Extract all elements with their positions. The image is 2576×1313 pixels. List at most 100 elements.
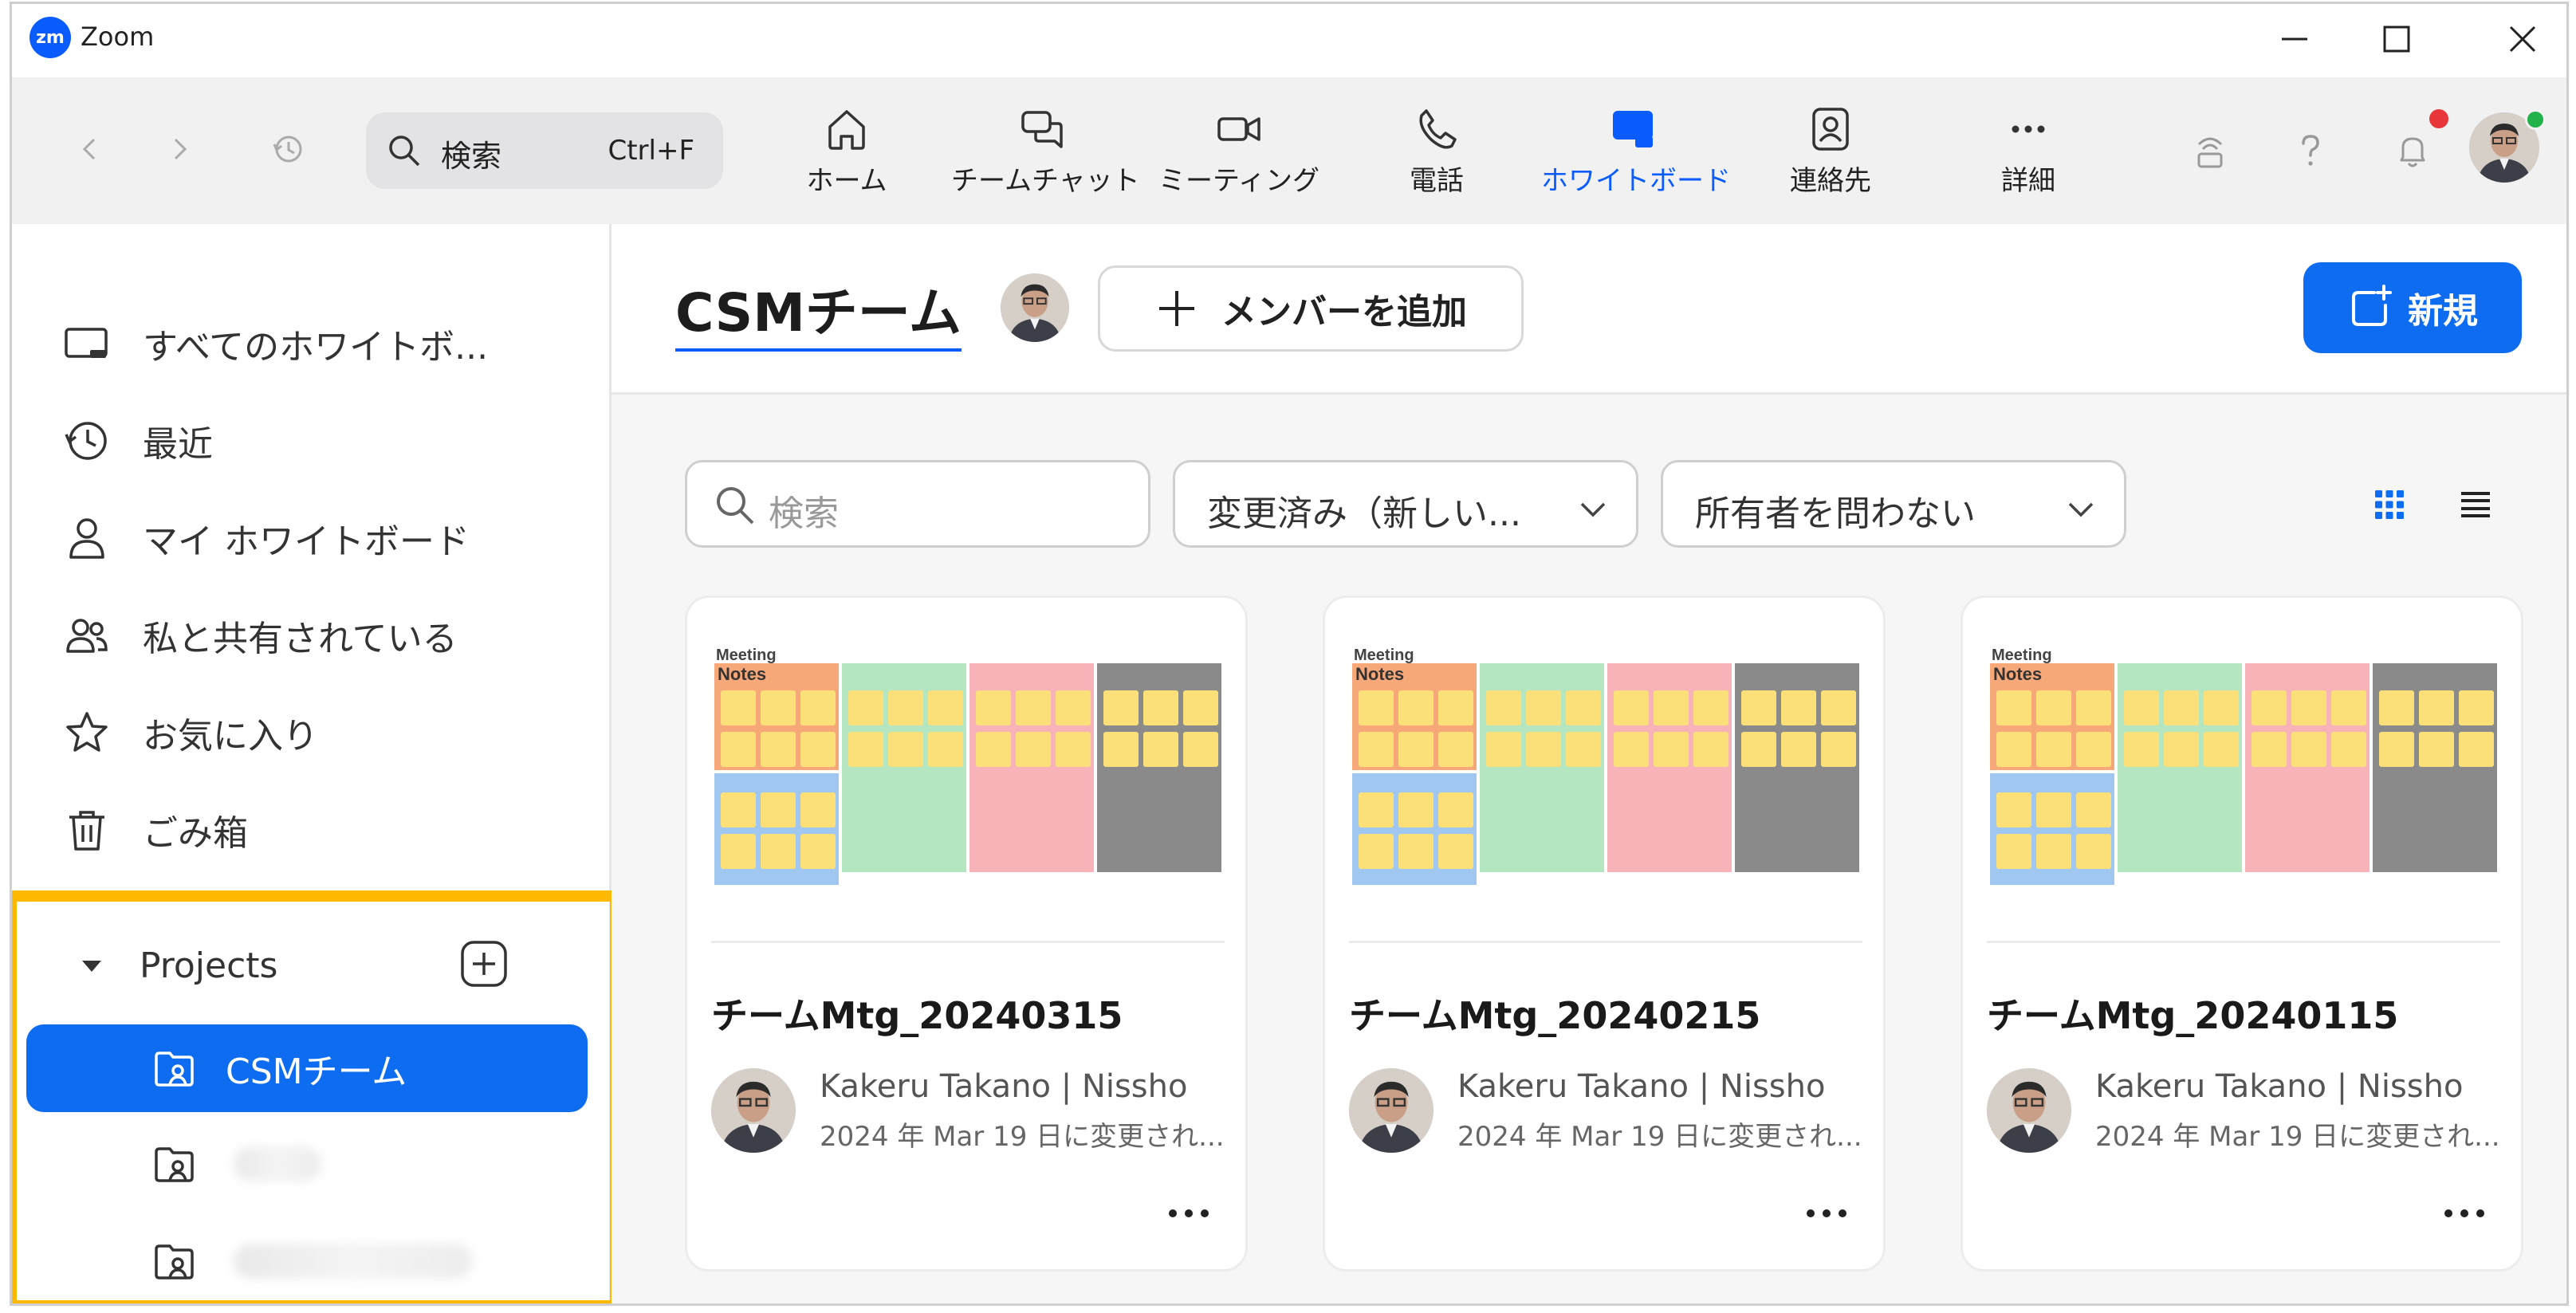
chat-icon (1021, 111, 1063, 148)
redacted-label (234, 1244, 473, 1279)
history-icon (273, 136, 302, 163)
cast-button[interactable] (2182, 119, 2238, 183)
search-shortcut: Ctrl+F (608, 135, 694, 167)
avatar-person-icon (1001, 273, 1069, 342)
tab-home[interactable]: ホーム (755, 104, 938, 208)
new-whiteboard-icon (2352, 285, 2392, 326)
whiteboard-thumbnail: MeetingNotes (1990, 647, 2497, 885)
global-search-box[interactable]: 検索 Ctrl+F (366, 112, 723, 189)
tab-contacts[interactable]: 連絡先 (1739, 104, 1922, 208)
sidebar-item-label: ごみ箱 (143, 813, 248, 854)
history-button[interactable] (264, 125, 312, 173)
project-item-redacted-1[interactable] (26, 1120, 588, 1208)
redacted-label (234, 1146, 321, 1181)
sidebar-item-my-whiteboards[interactable]: マイ ホワイトボード (63, 506, 589, 570)
card-title: チームMtg_20240115 (1987, 994, 2399, 1037)
sidebar-item-label: お気に入り (143, 716, 318, 757)
svg-text:Meeting: Meeting (1354, 647, 1414, 664)
notifications-button[interactable] (2385, 119, 2440, 183)
member-avatar[interactable] (1001, 273, 1069, 342)
owner-dropdown[interactable]: 所有者を問わない (1661, 460, 2126, 548)
forward-button[interactable] (155, 125, 203, 173)
owner-avatar (1349, 1068, 1434, 1153)
svg-text:Notes: Notes (1355, 664, 1404, 684)
owner-avatar (1987, 1068, 2071, 1153)
card-owner: Kakeru Takano | Nissho (820, 1068, 1188, 1105)
home-icon (828, 110, 865, 150)
avatar-person-icon (1987, 1068, 2071, 1153)
tab-contacts-label: 連絡先 (1790, 165, 1871, 197)
back-button[interactable] (66, 125, 114, 173)
sort-dropdown[interactable]: 変更済み（新しい... (1173, 460, 1638, 548)
search-placeholder: 検索 (769, 493, 839, 534)
search-icon (717, 487, 754, 525)
add-member-button[interactable]: メンバーを追加 (1098, 265, 1524, 352)
card-more-button[interactable] (1799, 1197, 1854, 1229)
trash-icon (69, 811, 104, 851)
sidebar-item-label: マイ ホワイトボード (143, 521, 470, 562)
whiteboard-search-input[interactable]: 検索 (685, 460, 1150, 548)
chevron-left-icon (82, 138, 96, 160)
presence-dot (2525, 109, 2546, 130)
whiteboard-sidebar: すべてのホワイトボ... 最近 マイ ホワイトボード 私と共有されている お気に… (12, 224, 621, 1303)
list-view-button[interactable] (2452, 481, 2499, 529)
tab-whiteboards[interactable]: ホワイトボード (1541, 104, 1731, 208)
plus-icon (1159, 291, 1194, 326)
project-item-label: CSMチーム (226, 1052, 407, 1092)
more-horizontal-icon (1807, 1209, 1846, 1217)
card-title: チームMtg_20240315 (711, 994, 1123, 1037)
more-horizontal-icon (2444, 1209, 2484, 1217)
clock-icon (65, 422, 107, 460)
sidebar-item-shared-with-me[interactable]: 私と共有されている (63, 603, 589, 667)
owner-avatar (711, 1068, 796, 1153)
close-button[interactable] (2495, 15, 2550, 63)
card-more-button[interactable] (2436, 1197, 2492, 1229)
chevron-right-icon (174, 138, 187, 160)
page-title[interactable]: CSMチーム (675, 270, 962, 352)
sidebar-item-favorites[interactable]: お気に入り (63, 701, 589, 765)
grid-view-button[interactable] (2366, 481, 2413, 529)
bell-icon (2400, 137, 2425, 167)
new-whiteboard-button[interactable]: 新規 (2303, 262, 2522, 353)
minimize-button[interactable] (2267, 15, 2322, 63)
sidebar-item-all-whiteboards[interactable]: すべてのホワイトボ... (63, 312, 589, 375)
sidebar-item-label: 最近 (143, 424, 213, 465)
avatar-person-icon (711, 1068, 796, 1153)
add-project-icon[interactable] (458, 938, 509, 989)
maximize-button[interactable] (2369, 15, 2425, 63)
top-navigation-bar: 検索 Ctrl+F ホーム チームチャット ミーティング 電話 ホワイトボード … (12, 77, 2566, 224)
sidebar-item-recent[interactable]: 最近 (63, 409, 589, 473)
whiteboard-outline-icon (65, 328, 108, 358)
caret-down-icon (82, 961, 101, 972)
close-icon (2509, 26, 2536, 53)
card-modified-date: 2024 年 Mar 19 日に変更され... (820, 1121, 1225, 1153)
cast-icon (2197, 137, 2223, 168)
zoom-logo-icon: zm (29, 17, 71, 58)
tab-meetings[interactable]: ミーティング (1147, 104, 1331, 208)
avatar-person-icon (1349, 1068, 1434, 1153)
list-icon (2461, 492, 2490, 517)
project-item-csm-team[interactable]: CSMチーム (26, 1024, 588, 1112)
whiteboard-card[interactable]: Meeting Notes チームMtg_20240115 Kakeru Taka… (1961, 596, 2523, 1272)
help-icon (2302, 135, 2319, 166)
project-item-redacted-2[interactable] (26, 1217, 588, 1303)
whiteboard-card[interactable]: Meeting Notes チームMtg_20240315 Kakeru Taka… (685, 596, 1248, 1272)
tab-phone[interactable]: 電話 (1345, 104, 1528, 208)
sidebar-item-trash[interactable]: ごみ箱 (63, 798, 589, 862)
svg-text:Notes: Notes (1993, 664, 2042, 684)
card-more-button[interactable] (1161, 1197, 1217, 1229)
card-modified-date: 2024 年 Mar 19 日に変更され... (1457, 1121, 1862, 1153)
shared-folder-icon (155, 1244, 194, 1280)
sort-dropdown-value: 変更済み（新しい... (1207, 493, 1521, 534)
whiteboard-card[interactable]: Meeting Notes チームMtg_20240215 Kakeru Taka… (1323, 596, 1886, 1272)
tab-phone-label: 電話 (1410, 165, 1464, 197)
chevron-down-icon (1580, 502, 1606, 517)
tab-home-label: ホーム (806, 165, 887, 197)
tab-more[interactable]: 詳細 (1937, 104, 2120, 208)
tab-team-chat[interactable]: チームチャット (951, 104, 1140, 208)
help-button[interactable] (2283, 119, 2338, 183)
grid-icon (2375, 490, 2404, 519)
maximize-icon (2383, 26, 2410, 53)
svg-text:Notes: Notes (718, 664, 766, 684)
card-owner: Kakeru Takano | Nissho (1457, 1068, 1826, 1105)
